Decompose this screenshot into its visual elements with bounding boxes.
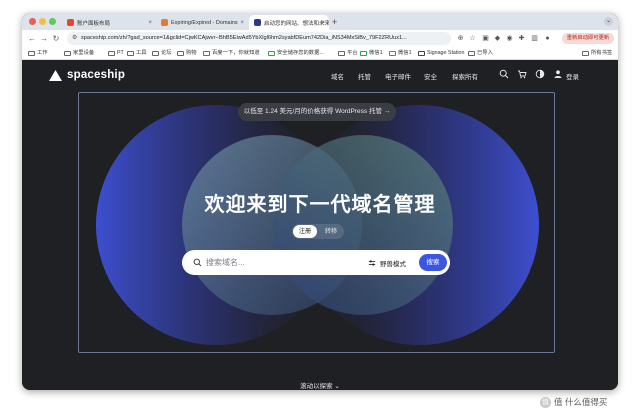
folder-icon xyxy=(338,51,345,56)
watermark: 值 值 什么值得买 xyxy=(540,396,608,408)
domain-search-box: 野兽模式 搜索 xyxy=(182,250,450,275)
bookmark-folder[interactable]: 工具 xyxy=(127,49,147,58)
bookmark-folder[interactable]: 平台 xyxy=(338,49,358,58)
bookmark-folder[interactable]: 家里设备 xyxy=(64,49,94,58)
tab-title: 启动您的网站、想法和未来 xyxy=(264,20,329,27)
scroll-to-explore[interactable]: 滚动以探索 ⌄ xyxy=(22,380,618,390)
tab-favicon-icon xyxy=(254,19,261,26)
spaceship-logo-icon xyxy=(49,69,62,81)
bookmark-link[interactable]: 微信1 xyxy=(389,49,412,58)
bookmark-link[interactable]: 安全储存您的数据... xyxy=(268,49,324,58)
tab-title: 账户面板布局 xyxy=(77,20,111,27)
watermark-logo-icon: 值 xyxy=(540,396,551,408)
folder-icon xyxy=(582,51,589,56)
tab-strip: 账户面板布局 × Expiring/Expired - Domains × 启动… xyxy=(22,13,618,30)
address-bar[interactable]: ⚙ spaceship.com/zh/?gad_source=1&gclid=C… xyxy=(67,32,451,45)
bookmark-link[interactable]: 微信1 xyxy=(360,49,383,58)
domain-search-input[interactable] xyxy=(206,256,336,269)
nav-explore-all[interactable]: 探索所有 xyxy=(452,71,478,81)
all-bookmarks-button[interactable]: 所有书签 xyxy=(582,49,612,58)
bookmark-link[interactable]: Signage Station xyxy=(418,49,464,58)
transfer-toggle[interactable]: 转移 xyxy=(319,225,343,238)
nav-email[interactable]: 电子邮件 xyxy=(385,71,411,81)
back-button[interactable]: ← xyxy=(26,34,38,43)
wechat-icon xyxy=(360,51,367,56)
browser-toolbar: ← → ↻ ⚙ spaceship.com/zh/?gad_source=1&g… xyxy=(22,30,618,47)
search-icon[interactable] xyxy=(499,69,509,79)
wordpress-promo-pill[interactable]: 以低至 1.24 美元/月的价格获得 WordPress 托管 → xyxy=(238,103,396,121)
search-icon xyxy=(193,258,202,267)
translate-icon[interactable]: ⊕ xyxy=(456,34,465,43)
nav-security[interactable]: 安全 xyxy=(424,71,437,81)
hero-headline: 欢迎来到下一代域名管理 xyxy=(204,194,436,216)
profile-avatar-icon[interactable]: ● xyxy=(543,34,552,43)
hero-circles-graphic xyxy=(96,105,539,345)
nav-hosting[interactable]: 托管 xyxy=(358,71,371,81)
sliders-icon xyxy=(368,260,376,266)
tab-close-icon[interactable]: × xyxy=(321,20,325,26)
bookmark-folder[interactable]: 已导入 xyxy=(468,49,493,58)
extension-icon[interactable]: ▣ xyxy=(481,34,490,43)
folder-icon xyxy=(177,51,184,56)
hero-frame xyxy=(78,92,555,353)
folder-icon xyxy=(64,51,71,56)
bookmark-folder[interactable]: 工作 xyxy=(28,49,48,58)
shield-icon xyxy=(268,51,275,56)
bookmarks-bar: 工作 家里设备 PT 工具 论坛 购物 百度一下，你就知道 安全储存您的数据..… xyxy=(22,47,618,60)
search-button[interactable]: 搜索 xyxy=(419,254,447,271)
bookmark-star-icon[interactable]: ☆ xyxy=(468,34,477,43)
minimize-window-button[interactable] xyxy=(39,18,46,25)
restart-to-update-button[interactable]: 重新启动即可更新 xyxy=(562,33,614,44)
site-navbar: spaceship 域名 托管 电子邮件 安全 探索所有 登录 xyxy=(22,60,618,90)
register-toggle[interactable]: 注册 xyxy=(293,225,317,238)
tab-title: Expiring/Expired - Domains xyxy=(171,19,238,26)
spaceship-logo[interactable]: spaceship xyxy=(49,69,125,81)
bookmark-link[interactable]: 百度一下，你就知道 xyxy=(203,49,260,58)
folder-icon xyxy=(108,51,115,56)
bookmark-folder[interactable]: PT xyxy=(108,49,124,58)
address-url: spaceship.com/zh/?gad_source=1&gclid=Cjw… xyxy=(81,35,407,41)
extension-icon[interactable]: ◉ xyxy=(505,34,514,43)
theme-toggle-icon[interactable] xyxy=(535,69,545,79)
folder-icon xyxy=(468,51,475,56)
folder-icon xyxy=(127,51,134,56)
user-icon[interactable] xyxy=(553,69,563,79)
folder-icon xyxy=(28,51,35,56)
spaceship-page: spaceship 域名 托管 电子邮件 安全 探索所有 登录 以低至 1.24… xyxy=(22,60,618,390)
cart-icon[interactable] xyxy=(517,69,527,79)
tab-search-menu-button[interactable]: ⌄ xyxy=(604,17,613,26)
wechat-icon xyxy=(389,51,396,56)
tab-close-icon[interactable]: × xyxy=(240,20,244,26)
close-window-button[interactable] xyxy=(29,18,36,25)
maximize-window-button[interactable] xyxy=(49,18,56,25)
reload-button[interactable]: ↻ xyxy=(50,34,62,43)
browser-window: 账户面板布局 × Expiring/Expired - Domains × 启动… xyxy=(22,13,618,390)
tab-spaceship-active[interactable]: 启动您的网站、想法和未来 × xyxy=(249,15,329,30)
site-info-icon[interactable]: ⚙ xyxy=(72,32,77,45)
extension-icon[interactable]: ◆ xyxy=(493,34,502,43)
login-link[interactable]: 登录 xyxy=(566,71,579,81)
forward-button[interactable]: → xyxy=(38,34,50,43)
tab-expiring-domains[interactable]: Expiring/Expired - Domains × xyxy=(156,15,248,30)
pro-mode-toggle[interactable]: 野兽模式 xyxy=(368,258,406,268)
bookmark-folder[interactable]: 论坛 xyxy=(152,49,172,58)
nav-domains[interactable]: 域名 xyxy=(331,71,344,81)
tab-close-icon[interactable]: × xyxy=(148,20,152,26)
baidu-icon xyxy=(203,51,210,56)
puzzle-icon[interactable]: ✚ xyxy=(517,34,526,43)
tab-favicon-icon xyxy=(161,19,168,26)
bookmark-folder[interactable]: 购物 xyxy=(177,49,197,58)
folder-icon xyxy=(152,51,159,56)
side-panel-icon[interactable]: ▥ xyxy=(530,34,539,43)
tab-account-panel[interactable]: 账户面板布局 × xyxy=(62,15,156,30)
signage-icon xyxy=(418,51,425,56)
new-tab-button[interactable]: + xyxy=(332,16,337,28)
tab-favicon-icon xyxy=(67,19,74,26)
register-transfer-toggle: 注册 转移 xyxy=(292,224,344,239)
